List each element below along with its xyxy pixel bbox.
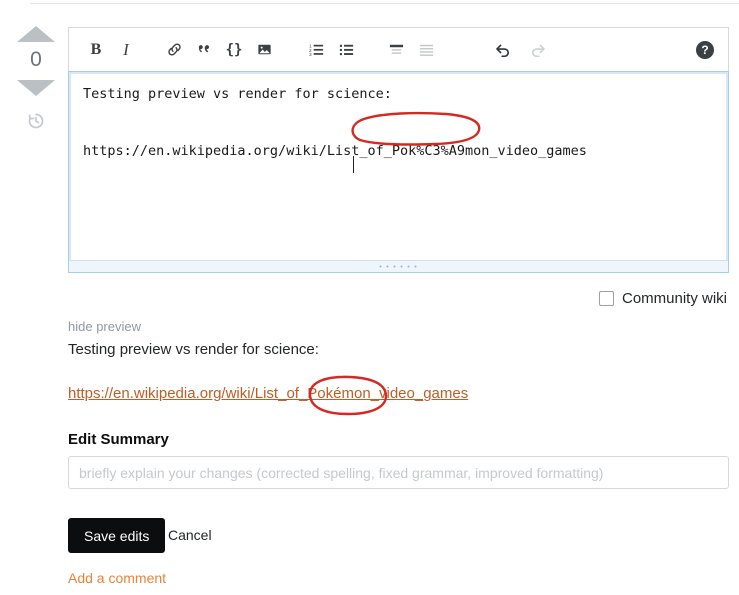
textarea-resize-handle[interactable] [69, 260, 728, 272]
resize-grip-dots [376, 264, 421, 269]
vote-cell: 0 [10, 20, 62, 137]
help-icon[interactable]: ? [696, 40, 714, 59]
vote-count: 0 [30, 48, 42, 71]
hide-preview-toggle[interactable]: hide preview [68, 319, 141, 334]
community-wiki-label[interactable]: Community wiki [622, 290, 727, 307]
history-clock-icon[interactable] [25, 110, 47, 137]
top-divider [30, 3, 739, 4]
numbered-list-icon[interactable]: 1 2 3 [301, 35, 331, 65]
cancel-button[interactable]: Cancel [168, 527, 212, 543]
quote-icon[interactable] [189, 35, 219, 65]
editor-line-1: Testing preview vs render for science: [83, 86, 392, 102]
edit-summary-label: Edit Summary [68, 431, 169, 448]
post-editor-page: 0 B I {} 1 2 3 ? Testing preview vs rend… [0, 0, 739, 595]
preview-paragraph: Testing preview vs render for science: [68, 341, 319, 358]
markdown-textarea[interactable]: Testing preview vs render for science: h… [68, 71, 729, 273]
add-comment-link[interactable]: Add a comment [68, 570, 166, 586]
editor-wrapper: B I {} 1 2 3 ? Testing preview vs render… [68, 27, 729, 273]
editor-toolbar: B I {} 1 2 3 ? [68, 27, 729, 71]
link-icon[interactable] [159, 35, 189, 65]
edit-summary-input[interactable] [68, 456, 729, 489]
downvote-arrow-icon[interactable] [17, 80, 55, 96]
editor-line-2: https://en.wikipedia.org/wiki/List_of_Po… [83, 143, 587, 159]
italic-button[interactable]: I [111, 35, 141, 65]
upvote-arrow-icon[interactable] [17, 26, 55, 42]
community-wiki-row: Community wiki [0, 290, 727, 307]
save-edits-button[interactable]: Save edits [68, 518, 166, 553]
bulleted-list-icon[interactable] [331, 35, 361, 65]
text-caret [353, 156, 354, 173]
code-icon[interactable]: {} [219, 35, 249, 65]
preview-link[interactable]: https://en.wikipedia.org/wiki/List_of_Po… [68, 385, 468, 402]
image-icon[interactable] [249, 35, 279, 65]
svg-text:3: 3 [308, 52, 311, 58]
bold-button[interactable]: B [81, 35, 111, 65]
community-wiki-checkbox[interactable] [598, 291, 614, 306]
undo-icon[interactable] [487, 35, 517, 65]
redo-icon[interactable] [523, 35, 553, 65]
heading-icon[interactable] [381, 35, 411, 65]
horizontal-rule-icon[interactable] [411, 35, 441, 65]
